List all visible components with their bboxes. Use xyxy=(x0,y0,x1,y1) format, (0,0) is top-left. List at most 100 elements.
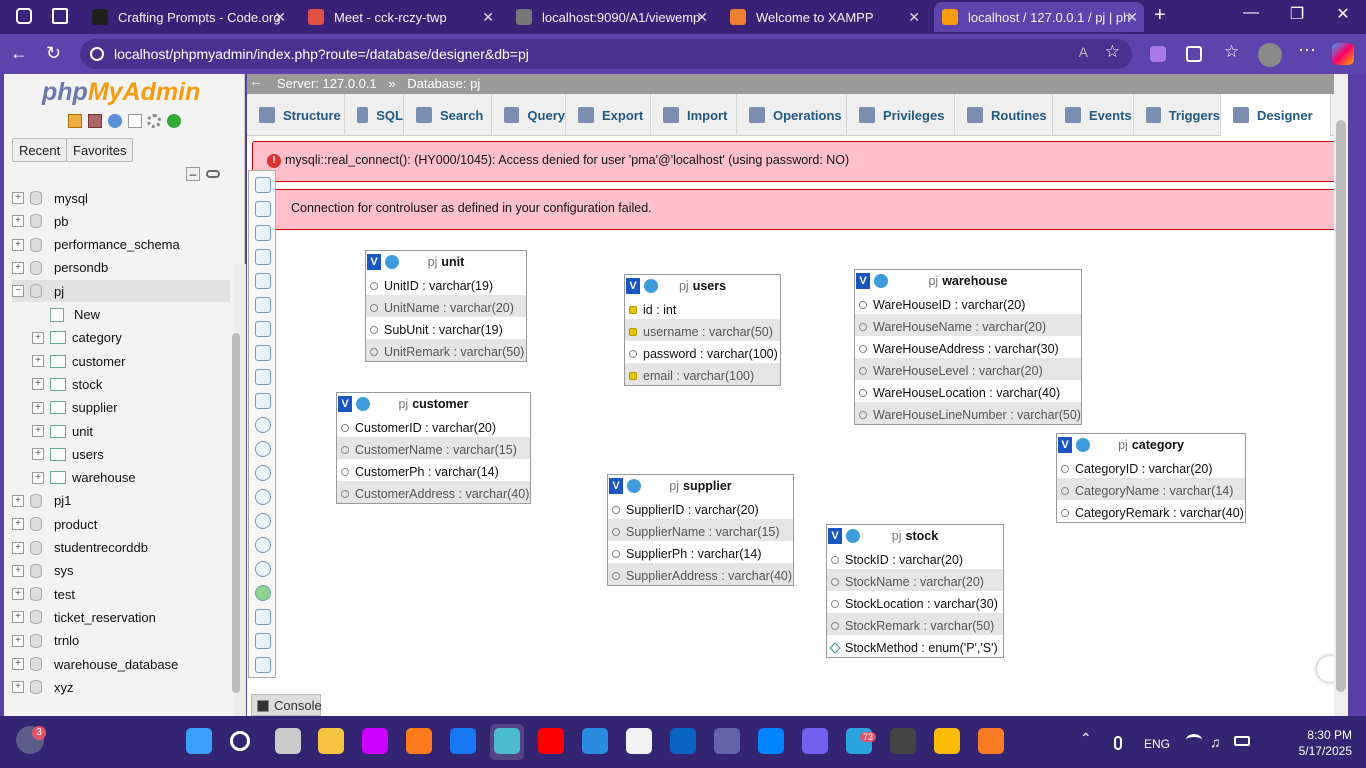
file-explorer-icon[interactable] xyxy=(318,728,344,754)
toggle-columns-icon[interactable]: V xyxy=(828,528,842,544)
game-icon[interactable] xyxy=(890,728,916,754)
settings-gear-icon[interactable] xyxy=(147,114,161,128)
column-row[interactable]: password : varchar(100) xyxy=(625,341,780,363)
facebook-icon[interactable] xyxy=(450,728,476,754)
tab-triggers[interactable]: Triggers xyxy=(1134,94,1221,136)
outlook-icon[interactable] xyxy=(670,728,696,754)
battery-icon[interactable] xyxy=(1234,736,1250,746)
tab-privileges[interactable]: Privileges xyxy=(847,94,955,136)
tab-sql[interactable]: SQL xyxy=(345,94,404,136)
favorites-button[interactable]: Favorites xyxy=(66,138,134,162)
small-big-all-icon[interactable] xyxy=(255,537,271,553)
column-row[interactable]: CategoryRemark : varchar(40) xyxy=(1057,500,1245,522)
wifi-icon[interactable] xyxy=(1186,734,1202,746)
table-options-icon[interactable] xyxy=(356,397,370,411)
column-row[interactable]: UnitName : varchar(20) xyxy=(366,295,526,317)
column-row[interactable]: CategoryID : varchar(20) xyxy=(1057,456,1245,478)
expand-icon[interactable]: + xyxy=(12,681,24,694)
tab-events[interactable]: Events xyxy=(1053,94,1134,136)
database-item[interactable]: + ticket_reservation xyxy=(12,606,156,628)
database-item[interactable]: + xyz xyxy=(12,676,74,698)
toggle-relation-lines-icon[interactable] xyxy=(255,585,271,601)
database-item[interactable]: + trnlo xyxy=(12,630,79,652)
designer-table-unit[interactable]: Vpj unit UnitID : varchar(19) UnitName : va… xyxy=(365,250,527,362)
expand-icon[interactable]: + xyxy=(12,494,24,507)
table-options-icon[interactable] xyxy=(627,479,641,493)
tab-search[interactable]: Search xyxy=(404,94,492,136)
snap-to-grid-icon[interactable] xyxy=(255,513,271,529)
create-table-icon[interactable] xyxy=(255,369,271,385)
expand-icon[interactable]: + xyxy=(12,261,24,274)
column-row[interactable]: WareHouseAddress : varchar(30) xyxy=(855,336,1081,358)
pin-text-icon[interactable] xyxy=(255,657,271,673)
designer-table-customer[interactable]: Vpj customer CustomerID : varchar(20) Custo… xyxy=(336,392,531,504)
toggle-columns-icon[interactable]: V xyxy=(367,254,381,270)
volume-icon[interactable]: ♫ xyxy=(1210,734,1221,750)
table-item[interactable]: + supplier xyxy=(32,397,118,419)
toggle-small-big-icon[interactable] xyxy=(255,561,271,577)
toggle-columns-icon[interactable]: V xyxy=(338,396,352,412)
table-item[interactable]: + category xyxy=(32,327,122,349)
database-item[interactable]: + product xyxy=(12,513,97,535)
site-info-icon[interactable] xyxy=(90,47,104,61)
angular-links-icon[interactable] xyxy=(255,489,271,505)
designer-table-stock[interactable]: Vpj stock StockID : varchar(20) StockName :… xyxy=(826,524,1004,658)
table-header[interactable]: Vpj supplier xyxy=(608,475,793,497)
close-tab-icon[interactable]: ✕ xyxy=(274,9,286,26)
copilot-icon[interactable] xyxy=(1332,43,1354,65)
table-item[interactable]: + customer xyxy=(32,350,125,372)
close-tab-icon[interactable]: ✕ xyxy=(1126,9,1138,26)
table-options-icon[interactable] xyxy=(846,529,860,543)
expand-icon[interactable]: + xyxy=(12,588,24,601)
column-row[interactable]: username : varchar(50) xyxy=(625,319,780,341)
expand-icon[interactable]: + xyxy=(12,611,24,624)
export-schema-icon[interactable] xyxy=(255,609,271,625)
task-view-icon[interactable] xyxy=(275,728,301,754)
query-window-icon[interactable] xyxy=(108,114,122,128)
search-icon[interactable] xyxy=(230,731,250,751)
column-row[interactable]: UnitRemark : varchar(50) xyxy=(366,339,526,361)
column-row[interactable]: UnitID : varchar(19) xyxy=(366,273,526,295)
column-row[interactable]: WareHouseLocation : varchar(40) xyxy=(855,380,1081,402)
database-item[interactable]: + sys xyxy=(12,560,74,582)
delete-page-icon[interactable] xyxy=(255,345,271,361)
restore-button[interactable]: ❐ xyxy=(1274,4,1320,24)
reload-icon[interactable] xyxy=(255,441,271,457)
column-row[interactable]: WareHouseLineNumber : varchar(50) xyxy=(855,402,1081,424)
table-item[interactable]: + unit xyxy=(32,420,93,442)
add-tables-icon[interactable] xyxy=(255,225,271,241)
breadcrumb-database[interactable]: Database: pj xyxy=(407,76,480,91)
column-row[interactable]: CustomerAddress : varchar(40) xyxy=(337,481,530,503)
extensions-puzzle-icon[interactable] xyxy=(1186,46,1202,62)
viber-icon[interactable] xyxy=(802,728,828,754)
expand-icon[interactable]: + xyxy=(32,378,44,391)
column-row[interactable]: WareHouseLevel : varchar(20) xyxy=(855,358,1081,380)
column-row[interactable]: CustomerID : varchar(20) xyxy=(337,415,530,437)
language-indicator[interactable]: ENG xyxy=(1144,737,1170,751)
browser-tab[interactable]: Crafting Prompts - Code.org ✕ xyxy=(84,2,292,32)
table-item[interactable]: New xyxy=(32,304,100,326)
favorites-icon[interactable]: ☆ xyxy=(1224,42,1239,62)
xampp-icon[interactable] xyxy=(978,728,1004,754)
tab-structure[interactable]: Structure xyxy=(247,94,345,136)
back-icon[interactable]: ← xyxy=(10,43,28,64)
move-menu-icon[interactable] xyxy=(255,633,271,649)
close-tab-icon[interactable]: ✕ xyxy=(482,9,494,26)
close-tab-icon[interactable]: ✕ xyxy=(908,9,920,26)
column-row[interactable]: StockLocation : varchar(30) xyxy=(827,591,1003,613)
profile-avatar[interactable] xyxy=(1258,43,1282,67)
designer-table-warehouse[interactable]: Vpj warehouse WareHouseID : varchar(20) War… xyxy=(854,269,1082,425)
expand-icon[interactable]: + xyxy=(32,401,44,414)
database-item[interactable]: + test xyxy=(12,583,75,605)
database-item[interactable]: + studentrecorddb xyxy=(12,537,148,559)
tray-chevron-icon[interactable]: ⌃ xyxy=(1080,730,1092,747)
browser-tab[interactable]: Meet - cck-rczy-twp ✕ xyxy=(300,2,500,32)
toggle-fullscreen-icon[interactable] xyxy=(255,201,271,217)
left-scrollbar-thumb[interactable] xyxy=(232,333,240,693)
docs-icon[interactable] xyxy=(128,114,142,128)
column-row[interactable]: SupplierPh : varchar(14) xyxy=(608,541,793,563)
tab-routines[interactable]: Routines xyxy=(955,94,1053,136)
expand-icon[interactable]: + xyxy=(12,215,24,228)
vscode-icon[interactable] xyxy=(582,728,608,754)
table-header[interactable]: Vpj category xyxy=(1057,434,1245,456)
